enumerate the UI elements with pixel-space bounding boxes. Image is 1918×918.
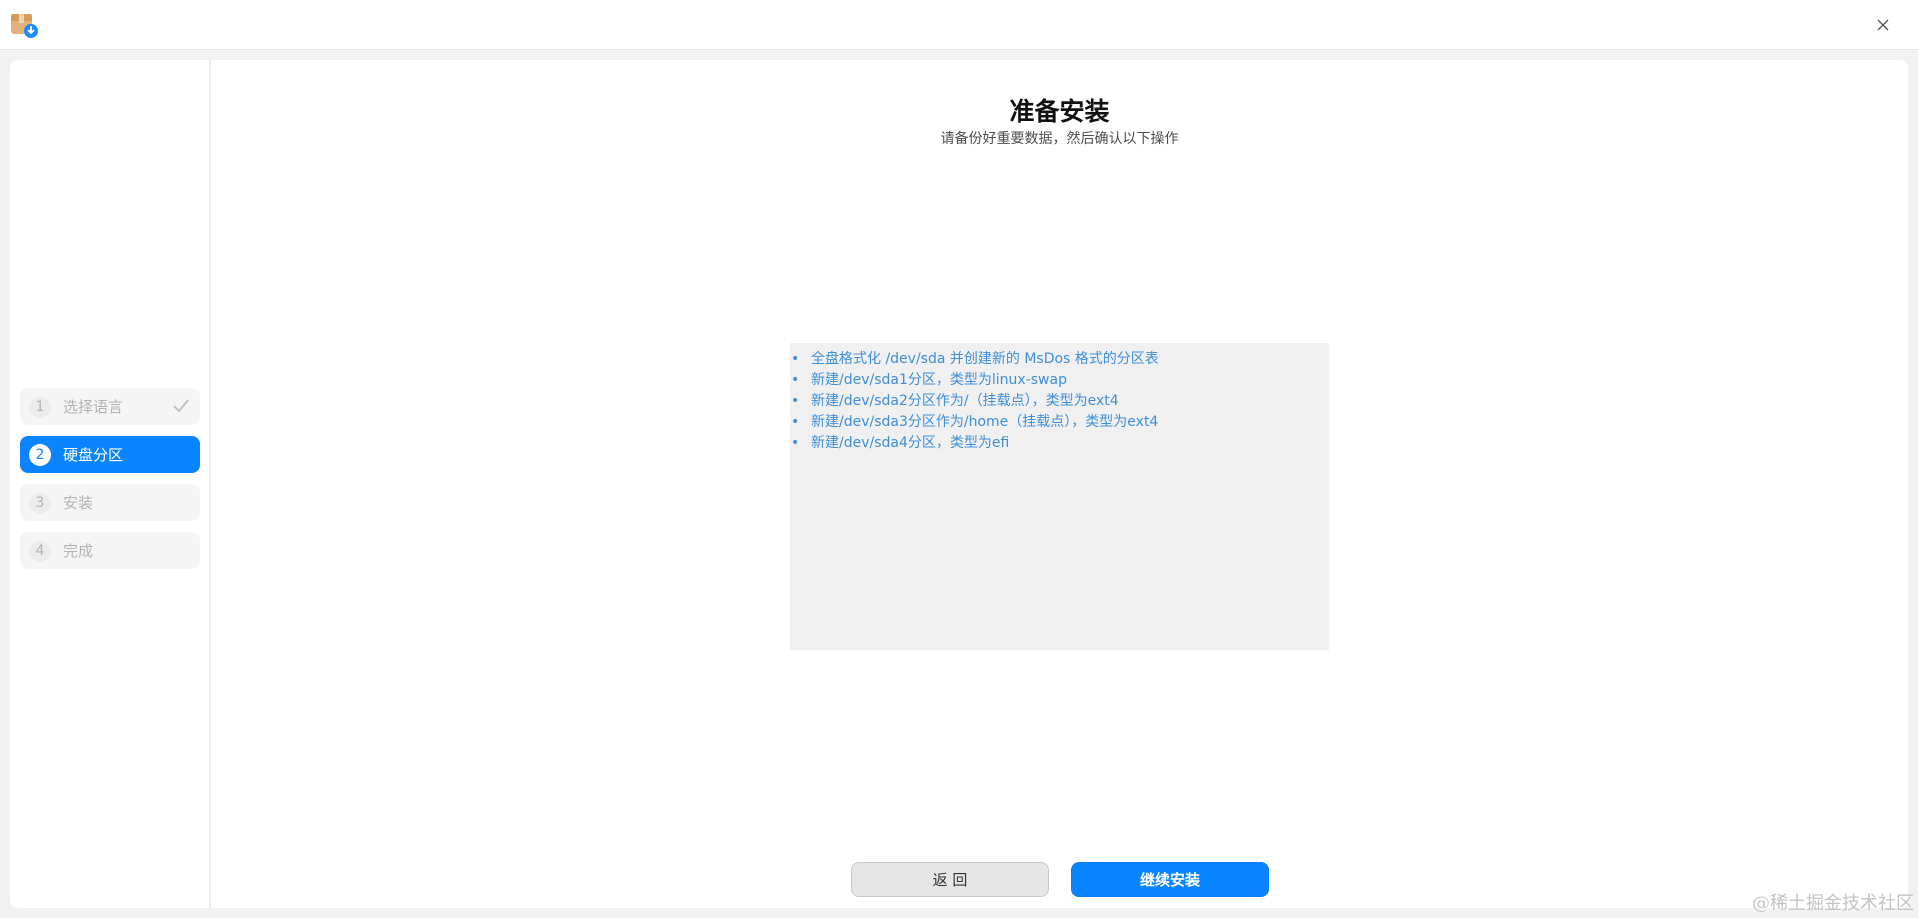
step-number: 4 <box>29 539 51 562</box>
page-subtitle: 请备份好重要数据，然后确认以下操作 <box>940 131 1179 147</box>
list-item: 新建/dev/sda2分区作为/（挂载点），类型为ext4 <box>790 391 1329 412</box>
installer-package-icon <box>10 11 38 39</box>
list-item: 新建/dev/sda4分区，类型为efi <box>790 433 1329 454</box>
step-label: 选择语言 <box>63 398 124 416</box>
step-select-language: 1 选择语言 <box>20 388 200 425</box>
close-button[interactable] <box>1870 13 1896 39</box>
step-list: 1 选择语言 2 硬盘分区 3 安装 4 完成 <box>20 388 200 580</box>
list-item: 新建/dev/sda1分区，类型为linux-swap <box>790 370 1329 391</box>
step-number: 1 <box>29 395 51 418</box>
checkmark-icon <box>172 398 190 414</box>
step-label: 硬盘分区 <box>63 446 124 464</box>
step-number: 2 <box>29 443 51 466</box>
watermark: @稀土掘金技术社区 <box>1752 893 1914 914</box>
steps-sidebar: 1 选择语言 2 硬盘分区 3 安装 4 完成 <box>10 60 210 908</box>
step-install: 3 安装 <box>20 484 200 521</box>
step-label: 安装 <box>63 494 94 512</box>
list-item: 全盘格式化 /dev/sda 并创建新的 MsDos 格式的分区表 <box>790 349 1329 370</box>
main-panel: 准备安装 请备份好重要数据，然后确认以下操作 全盘格式化 /dev/sda 并创… <box>211 60 1908 908</box>
operations-panel[interactable]: 全盘格式化 /dev/sda 并创建新的 MsDos 格式的分区表 新建/dev… <box>790 343 1329 650</box>
title-bar <box>0 0 1918 50</box>
page-title: 准备安装 <box>1009 97 1110 126</box>
step-number: 3 <box>29 491 51 514</box>
step-disk-partition: 2 硬盘分区 <box>20 436 200 473</box>
step-label: 完成 <box>63 542 94 560</box>
continue-install-button[interactable]: 继续安装 <box>1071 862 1269 897</box>
close-icon <box>1876 17 1890 36</box>
operations-list: 全盘格式化 /dev/sda 并创建新的 MsDos 格式的分区表 新建/dev… <box>790 349 1329 454</box>
list-item: 新建/dev/sda3分区作为/home（挂载点），类型为ext4 <box>790 412 1329 433</box>
back-button[interactable]: 返 回 <box>851 862 1049 897</box>
step-finish: 4 完成 <box>20 532 200 569</box>
